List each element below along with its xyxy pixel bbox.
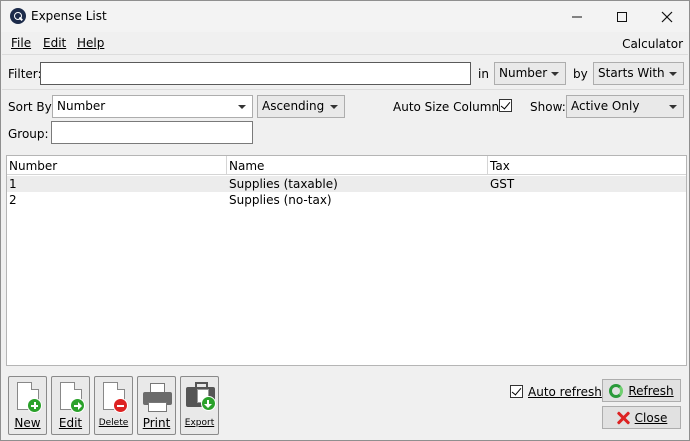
- export-arrow-icon: [201, 396, 216, 411]
- menu-bar: File Edit Help Calculator: [1, 32, 689, 54]
- chevron-down-icon: [330, 105, 338, 109]
- filter-divider: [2, 89, 688, 90]
- sort-field-select[interactable]: Number: [52, 95, 253, 118]
- edit-button-label: Edit: [58, 416, 83, 430]
- refresh-button-label: Refresh: [628, 383, 674, 398]
- maximize-icon: [617, 11, 627, 22]
- new-button[interactable]: New: [8, 376, 47, 435]
- window-title: Expense List: [31, 9, 107, 23]
- refresh-button[interactable]: Refresh: [602, 379, 681, 402]
- maximize-button[interactable]: [599, 1, 645, 32]
- close-window-button[interactable]: [644, 1, 690, 32]
- menu-help[interactable]: Help: [77, 36, 104, 50]
- group-input[interactable]: [51, 121, 253, 144]
- filter-match-value: Starts With: [598, 66, 665, 80]
- show-label: Show:: [530, 100, 566, 114]
- column-header-number[interactable]: Number: [9, 159, 57, 173]
- menu-edit[interactable]: Edit: [43, 36, 66, 50]
- menu-divider: [2, 54, 688, 55]
- calculator-link[interactable]: Calculator: [622, 37, 683, 51]
- chevron-down-icon: [551, 72, 559, 76]
- filter-field-select[interactable]: Number: [494, 62, 566, 85]
- export-button-label: Export: [184, 418, 215, 428]
- menu-file[interactable]: File: [11, 36, 31, 50]
- print-button-label: Print: [142, 416, 171, 430]
- edit-button[interactable]: Edit: [51, 376, 90, 435]
- auto-refresh-checkbox[interactable]: [510, 385, 523, 398]
- sort-order-select[interactable]: Ascending: [257, 95, 345, 118]
- expense-list-window: Expense List File Edit Help Calculator F…: [0, 0, 690, 441]
- filter-in-label: in: [478, 67, 489, 81]
- chevron-down-icon: [669, 105, 677, 109]
- print-button[interactable]: Print: [137, 376, 176, 435]
- column-separator[interactable]: [226, 156, 227, 174]
- app-logo-icon: [10, 8, 26, 24]
- table-row[interactable]: 2 Supplies (no-tax): [7, 192, 686, 208]
- minimize-icon: [572, 16, 582, 17]
- sort-by-label: Sort By:: [8, 100, 55, 114]
- table-row[interactable]: 1 Supplies (taxable) GST: [7, 176, 686, 192]
- filter-input[interactable]: [40, 62, 471, 85]
- remove-icon: [113, 398, 128, 413]
- auto-size-columns-label: Auto Size Columns: [393, 100, 506, 114]
- delete-button-label: Delete: [98, 418, 129, 428]
- filter-label: Filter:: [8, 67, 42, 81]
- close-x-icon: [616, 411, 630, 425]
- add-icon: [27, 398, 42, 413]
- show-select[interactable]: Active Only: [566, 95, 684, 118]
- column-separator[interactable]: [487, 156, 488, 174]
- auto-refresh-label[interactable]: Auto refresh: [528, 385, 602, 399]
- export-button[interactable]: Export: [180, 376, 219, 435]
- printer-icon: [143, 383, 172, 413]
- table-header: Number Name Tax: [7, 156, 686, 175]
- cell-name: Supplies (no-tax): [229, 193, 332, 207]
- chevron-down-icon: [238, 105, 246, 109]
- filter-by-label: by: [573, 67, 588, 81]
- cell-number: 2: [9, 193, 17, 207]
- refresh-icon: [609, 383, 624, 398]
- edit-arrow-icon: [70, 398, 85, 413]
- sort-order-value: Ascending: [262, 99, 325, 113]
- sort-field-value: Number: [57, 99, 106, 113]
- title-bar[interactable]: Expense List: [1, 1, 689, 32]
- chevron-down-icon: [669, 72, 677, 76]
- column-header-name[interactable]: Name: [229, 159, 264, 173]
- column-header-tax[interactable]: Tax: [490, 159, 510, 173]
- filter-field-value: Number: [499, 66, 548, 80]
- expense-table[interactable]: Number Name Tax 1 Supplies (taxable) GST…: [6, 155, 687, 366]
- minimize-button[interactable]: [554, 1, 600, 32]
- close-icon: [661, 11, 673, 22]
- cell-name: Supplies (taxable): [229, 177, 338, 191]
- cell-tax: GST: [490, 177, 515, 191]
- delete-button[interactable]: Delete: [94, 376, 133, 435]
- new-button-label: New: [14, 416, 41, 430]
- filter-match-select[interactable]: Starts With: [593, 62, 684, 85]
- show-value: Active Only: [571, 99, 640, 113]
- cell-number: 1: [9, 177, 17, 191]
- group-label: Group:: [8, 127, 49, 141]
- close-button[interactable]: Close: [602, 406, 681, 429]
- auto-size-columns-checkbox[interactable]: [499, 99, 512, 112]
- close-button-label: Close: [634, 410, 668, 425]
